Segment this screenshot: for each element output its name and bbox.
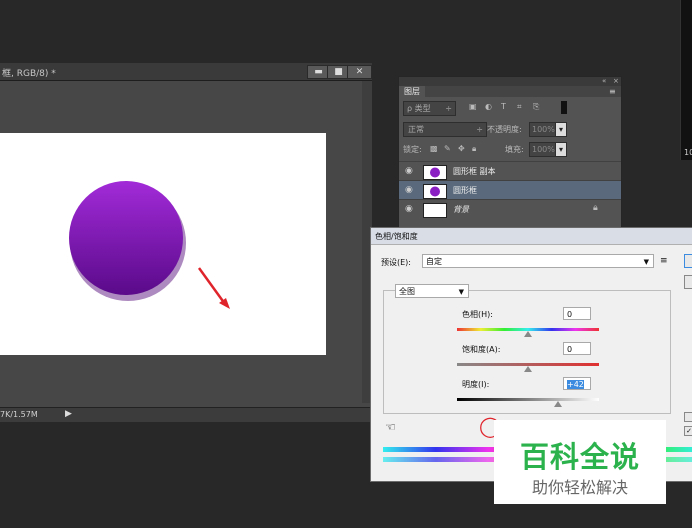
cancel-button[interactable]	[684, 275, 692, 289]
layer-lock-icon: 🔒︎	[593, 203, 598, 213]
hue-input[interactable]: 0	[563, 307, 591, 320]
blend-mode-value: 正常	[408, 125, 424, 134]
layer-thumbnail	[423, 165, 447, 180]
ok-button[interactable]	[684, 254, 692, 268]
layer-row-background[interactable]: ◉ 背景 🔒︎	[399, 199, 621, 218]
watermark: 百科全说 助你轻松解决	[494, 420, 666, 504]
layer-thumbnail	[423, 184, 447, 199]
document-title: 框, RGB/8) *	[2, 69, 56, 79]
panel-close-icon[interactable]: ×	[613, 77, 619, 85]
document-size-status: 7K/1.57M	[0, 410, 38, 419]
collapse-icon[interactable]: «	[602, 77, 606, 85]
saturation-input[interactable]: 0	[563, 342, 591, 355]
visibility-eye-icon[interactable]: ◉	[405, 185, 413, 195]
watermark-subtitle: 助你轻松解决	[531, 478, 628, 497]
pixel-filter-icon[interactable]: ▣	[469, 102, 477, 111]
filter-dropdown-icon: ÷	[445, 104, 452, 113]
hue-label: 色相(H):	[462, 310, 493, 319]
lock-all-icon[interactable]: 🔒︎	[472, 144, 476, 154]
layer-name[interactable]: 圆形框 副本	[453, 166, 496, 177]
lock-transparent-icon[interactable]: ▩	[430, 144, 438, 153]
adjustment-filter-icon[interactable]: ◐	[485, 102, 492, 111]
circle-thumbnail-icon	[430, 167, 440, 178]
status-menu-arrow-icon[interactable]: ▶	[65, 409, 72, 419]
saturation-label: 饱和度(A):	[462, 345, 501, 354]
channel-dropdown-icon: ▼	[458, 288, 464, 296]
visibility-eye-icon[interactable]: ◉	[405, 166, 413, 176]
panel-tabstrip	[399, 86, 621, 97]
hue-slider[interactable]	[524, 331, 532, 337]
lightness-bar	[457, 398, 599, 401]
dialog-titlebar[interactable]: 色相/饱和度	[371, 228, 692, 245]
canvas-artwork	[69, 181, 230, 309]
type-filter-icon[interactable]: T	[501, 102, 506, 111]
layer-row[interactable]: ◉ 圆形框 副本	[399, 161, 621, 180]
lock-position-icon[interactable]: ✥	[458, 144, 465, 153]
panel-menu-icon[interactable]: ≡	[609, 87, 616, 96]
layer-filter-label: ρ 类型	[407, 104, 431, 113]
lightness-label: 明度(I):	[462, 380, 490, 389]
close-button[interactable]: ✕	[347, 65, 372, 79]
preset-select[interactable]: 自定 ▼	[422, 254, 654, 268]
smart-object-filter-icon[interactable]: ⎘	[533, 102, 539, 112]
channel-select[interactable]: 全图 ▼	[395, 284, 469, 298]
visibility-eye-icon[interactable]: ◉	[405, 204, 413, 214]
filter-toggle-icon[interactable]	[561, 101, 567, 114]
shape-filter-icon[interactable]: ⌗	[517, 102, 522, 112]
preset-label: 预设(E):	[381, 258, 411, 267]
layer-name[interactable]: 圆形框	[453, 185, 477, 196]
dialog-title: 色相/饱和度	[375, 232, 418, 241]
blend-mode-select[interactable]: 正常 ÷	[403, 122, 487, 137]
document-window: 框, RGB/8) * ▬ ■ ✕ 7K/1.57M ▶	[0, 63, 372, 422]
adjustment-group	[383, 290, 671, 414]
document-titlebar[interactable]: 框, RGB/8) * ▬ ■ ✕	[0, 63, 372, 81]
fill-dropdown-icon[interactable]: ▾	[555, 142, 567, 157]
lightness-slider[interactable]	[554, 401, 562, 407]
opacity-input[interactable]: 100%	[529, 122, 557, 137]
colorize-checkbox[interactable]	[684, 412, 692, 422]
blend-dropdown-icon: ÷	[476, 125, 483, 134]
layers-panel: « × 图层 ≡ ρ 类型 ÷ ▣ ◐ T ⌗ ⎘ 正常 ÷ 不透明度: 100…	[398, 76, 622, 228]
tab-layers[interactable]: 图层	[399, 86, 425, 97]
fill-input[interactable]: 100%	[529, 142, 557, 157]
right-panel-strip	[680, 0, 692, 160]
circle-thumbnail-icon	[430, 186, 440, 197]
fill-label: 填充:	[505, 145, 524, 154]
layer-filter-select[interactable]: ρ 类型 ÷	[403, 101, 456, 116]
document-statusbar: 7K/1.57M ▶	[0, 407, 372, 422]
preset-value: 自定	[426, 257, 442, 266]
layer-name[interactable]: 背景	[453, 204, 469, 215]
opacity-label: 不透明度:	[487, 125, 522, 134]
opacity-dropdown-icon[interactable]: ▾	[555, 122, 567, 137]
layer-thumbnail	[423, 203, 447, 218]
preset-options-icon[interactable]: ≡	[660, 256, 668, 266]
lightness-value: +42	[567, 380, 584, 389]
image-canvas[interactable]	[0, 133, 326, 355]
targeted-adjustment-hand-icon[interactable]: ☜	[385, 420, 396, 434]
panel-header[interactable]: « ×	[399, 77, 621, 86]
lock-label: 锁定:	[403, 145, 422, 154]
purple-circle	[69, 181, 183, 295]
right-panel-label: 10	[684, 148, 692, 157]
lightness-input[interactable]: +42	[563, 377, 591, 390]
red-arrow-line	[197, 267, 227, 305]
preview-checkbox[interactable]: ✓	[684, 426, 692, 436]
preset-dropdown-icon: ▼	[643, 258, 649, 266]
channel-value: 全图	[399, 287, 415, 296]
layer-row-selected[interactable]: ◉ 圆形框	[399, 180, 621, 199]
watermark-title: 百科全说	[519, 440, 640, 474]
saturation-slider[interactable]	[524, 366, 532, 372]
lock-image-icon[interactable]: ✎	[444, 144, 451, 153]
